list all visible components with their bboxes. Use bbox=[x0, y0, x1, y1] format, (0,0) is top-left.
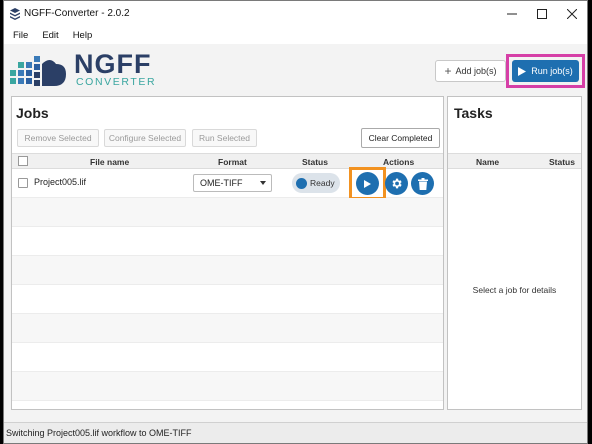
status-label: Ready bbox=[310, 178, 335, 188]
menu-edit[interactable]: Edit bbox=[42, 30, 58, 41]
maximize-icon bbox=[537, 9, 547, 19]
logo-subtitle: CONVERTER bbox=[76, 76, 157, 88]
row-checkbox[interactable] bbox=[18, 178, 28, 188]
tasks-panel: Tasks Name Status Select a job for detai… bbox=[447, 96, 582, 410]
maximize-button[interactable] bbox=[527, 1, 557, 27]
header: NGFF CONVERTER + Add job(s) Run job(s) bbox=[4, 44, 587, 96]
column-status[interactable]: Status bbox=[302, 157, 328, 167]
close-icon bbox=[567, 9, 577, 19]
status-dot-icon bbox=[296, 177, 307, 189]
title-bar: NGFF-Converter - 2.0.2 bbox=[4, 1, 587, 27]
logo-mark bbox=[10, 56, 66, 86]
minimize-button[interactable] bbox=[497, 1, 527, 27]
menu-bar: File Edit Help bbox=[4, 27, 587, 44]
run-jobs-label: Run job(s) bbox=[531, 66, 573, 76]
table-row-empty bbox=[12, 256, 443, 285]
table-row-empty bbox=[12, 314, 443, 343]
trash-icon bbox=[417, 177, 428, 190]
close-button[interactable] bbox=[557, 1, 587, 27]
menu-help[interactable]: Help bbox=[73, 30, 93, 41]
configure-job-button[interactable] bbox=[385, 172, 408, 195]
app-window: NGFF-Converter - 2.0.2 File Edit Help NG… bbox=[3, 0, 588, 444]
tasks-title: Tasks bbox=[454, 105, 493, 121]
status-bar: Switching Project005.lif workflow to OME… bbox=[4, 422, 587, 443]
table-row-empty bbox=[12, 227, 443, 256]
jobs-title: Jobs bbox=[16, 105, 49, 121]
run-job-button[interactable] bbox=[356, 172, 379, 195]
minimize-icon bbox=[507, 13, 517, 15]
format-select-value: OME-TIFF bbox=[200, 178, 243, 188]
column-file-name[interactable]: File name bbox=[90, 157, 129, 167]
status-badge: Ready bbox=[292, 173, 340, 193]
run-selected-button[interactable]: Run Selected bbox=[192, 129, 257, 147]
run-jobs-button[interactable]: Run job(s) bbox=[512, 60, 579, 82]
format-select[interactable]: OME-TIFF bbox=[193, 174, 272, 192]
gear-icon bbox=[392, 178, 402, 189]
column-actions: Actions bbox=[383, 157, 415, 167]
app-icon bbox=[10, 8, 20, 20]
table-row-empty bbox=[12, 343, 443, 372]
table-row-empty bbox=[12, 372, 443, 401]
remove-selected-button[interactable]: Remove Selected bbox=[17, 129, 99, 147]
play-icon bbox=[518, 66, 527, 76]
play-icon bbox=[364, 179, 371, 188]
add-jobs-label: Add job(s) bbox=[455, 66, 497, 76]
select-all-checkbox[interactable] bbox=[18, 156, 28, 166]
configure-selected-button[interactable]: Configure Selected bbox=[104, 129, 186, 147]
logo-title: NGFF bbox=[74, 49, 152, 79]
column-task-status: Status bbox=[549, 157, 575, 167]
clear-completed-button[interactable]: Clear Completed bbox=[361, 128, 440, 148]
menu-file[interactable]: File bbox=[13, 30, 28, 41]
column-format[interactable]: Format bbox=[218, 157, 247, 167]
table-row[interactable]: Project005.lif OME-TIFF Ready bbox=[12, 167, 443, 200]
column-task-name: Name bbox=[476, 157, 500, 167]
tasks-empty-message: Select a job for details bbox=[472, 285, 557, 295]
jobs-panel: Jobs Remove Selected Configure Selected … bbox=[11, 96, 444, 410]
delete-job-button[interactable] bbox=[411, 172, 434, 195]
window-title: NGFF-Converter - 2.0.2 bbox=[24, 8, 130, 19]
row-file-name: Project005.lif bbox=[34, 177, 87, 187]
table-row-empty bbox=[12, 285, 443, 314]
add-jobs-button[interactable]: + Add job(s) bbox=[435, 60, 506, 82]
tasks-table-header: Name Status bbox=[448, 153, 581, 169]
table-row-empty bbox=[12, 198, 443, 227]
plus-icon: + bbox=[444, 64, 452, 78]
chevron-down-icon bbox=[260, 181, 266, 185]
